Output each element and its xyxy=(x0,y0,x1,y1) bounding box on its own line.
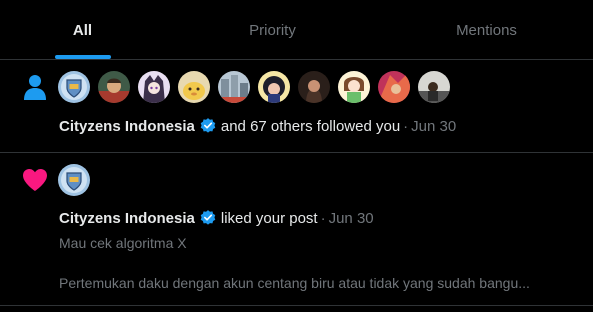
avatar-follower-6[interactable] xyxy=(258,71,290,103)
avatar-follower-2[interactable] xyxy=(98,71,130,103)
separator: · xyxy=(320,209,326,227)
person-icon xyxy=(23,74,47,105)
avatar-cityzens-indonesia[interactable] xyxy=(58,71,90,103)
follow-notification-text: Cityzens Indonesia and 67 others followe… xyxy=(59,117,456,135)
avatar-follower-7[interactable] xyxy=(298,71,330,103)
active-tab-indicator xyxy=(55,55,111,59)
timestamp[interactable]: Jun 30 xyxy=(329,210,374,227)
avatar-follower-9[interactable] xyxy=(378,71,410,103)
heart-icon xyxy=(22,168,48,197)
user-name[interactable]: Cityzens Indonesia xyxy=(59,210,195,227)
notification-follow[interactable]: Cityzens Indonesia and 67 others followe… xyxy=(0,60,593,153)
verified-badge-icon xyxy=(199,117,217,135)
avatar-follower-8[interactable] xyxy=(338,71,370,103)
avatar-cityzens-indonesia[interactable] xyxy=(58,164,90,196)
notification-like[interactable]: Cityzens Indonesia liked your post · Jun… xyxy=(0,153,593,306)
user-name[interactable]: Cityzens Indonesia xyxy=(59,118,195,135)
notification-tabs: All Priority Mentions xyxy=(0,0,593,60)
avatar-follower-3[interactable] xyxy=(138,71,170,103)
avatar-follower-5[interactable] xyxy=(218,71,250,103)
follower-avatars xyxy=(58,71,450,103)
timestamp[interactable]: Jun 30 xyxy=(411,118,456,135)
tab-priority[interactable]: Priority xyxy=(165,0,380,60)
liked-post-preview[interactable]: Pertemukan daku dengan akun centang biru… xyxy=(59,275,579,291)
tab-all[interactable]: All xyxy=(0,0,165,60)
notification-action: and 67 others followed you xyxy=(220,117,401,135)
separator: · xyxy=(403,117,409,135)
avatar-follower-10[interactable] xyxy=(418,71,450,103)
avatar-follower-4[interactable] xyxy=(178,71,210,103)
tab-mentions[interactable]: Mentions xyxy=(380,0,593,60)
liked-post-title[interactable]: Mau cek algoritma X xyxy=(59,235,579,251)
verified-badge-icon xyxy=(199,209,217,227)
like-notification-text: Cityzens Indonesia liked your post · Jun… xyxy=(59,209,374,227)
notification-action: liked your post xyxy=(220,209,318,227)
liker-avatars xyxy=(58,164,90,196)
